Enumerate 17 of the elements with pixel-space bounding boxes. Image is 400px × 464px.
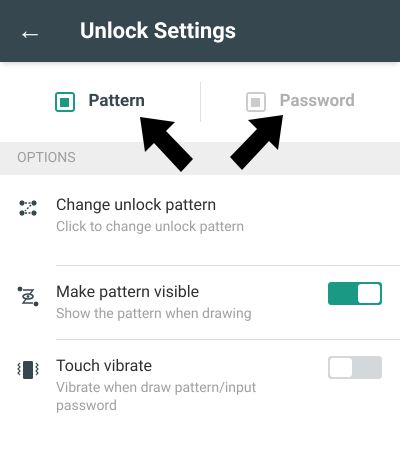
settings-row[interactable]: Touch vibrate Vibrate when draw pattern/input password [0,340,400,431]
tab[interactable]: Pattern [54,89,145,115]
vibrate-icon [17,360,39,380]
option-subtitle: Vibrate when draw pattern/input password [56,380,258,415]
option-title: Make pattern visible [56,282,200,302]
option-subtitle: Show the pattern when drawing [56,306,253,323]
option-subtitle: Click to change unlock pattern [56,219,246,236]
option-title: Change unlock pattern [56,195,218,215]
option-title: Touch vibrate [56,356,154,376]
toggle-switch[interactable] [328,282,382,304]
toggle-switch[interactable] [328,356,382,379]
screen-title: Unlock Settings [80,18,236,46]
settings-row[interactable]: Change unlock pattern Click to change unlock pattern [0,189,400,264]
eye-pattern-icon [17,286,39,308]
pattern-icon [18,199,38,217]
settings-row[interactable]: Make pattern visible Show the pattern when drawing [0,266,400,339]
back-button[interactable]: ← [0,12,60,50]
